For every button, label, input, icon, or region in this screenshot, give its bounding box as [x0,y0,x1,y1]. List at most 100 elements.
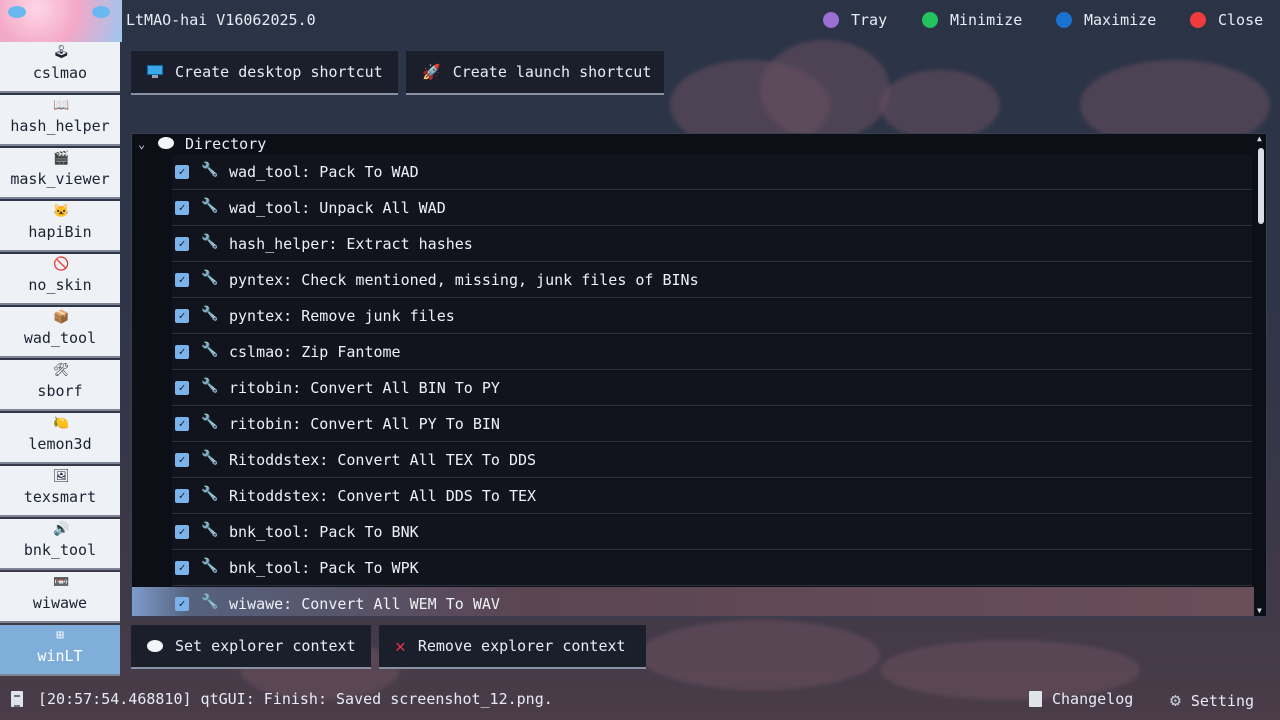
maximize-label: Maximize [1084,11,1157,29]
scroll-down-arrow-icon[interactable]: ▼ [1257,606,1262,615]
chevron-down-icon[interactable]: ⌄ [138,137,145,151]
list-item[interactable]: ✓ 🔧 bnk_tool: Pack To WPK [172,551,1252,586]
cross-mark-icon: ✕ [395,635,406,657]
tray-dot-icon [823,12,839,28]
list-item[interactable]: ✓ 🔧 Ritoddstex: Convert All TEX To DDS [172,443,1252,478]
wrench-icon: 🔧 [201,198,219,214]
list-item-label: pyntex: Remove junk files [229,307,455,325]
wrench-icon: 🔧 [201,234,219,250]
item-checkbox[interactable]: ✓ [175,597,189,611]
list-item[interactable]: ✓ 🔧 wad_tool: Unpack All WAD [172,191,1252,226]
list-item[interactable]: ✓ 🔧 ritobin: Convert All PY To BIN [172,407,1252,442]
wrench-icon: 🔧 [201,558,219,574]
list-item[interactable]: ✓ 🔧 pyntex: Remove junk files [172,299,1252,334]
sidebar-item-label: winLT [37,647,83,665]
list-item[interactable]: ✓ 🔧 bnk_tool: Pack To BNK [172,515,1252,550]
changelog-button[interactable]: Changelog [1029,690,1133,708]
sidebar-item-hash-helper[interactable]: 📖 hash_helper [0,95,120,146]
sidebar-item-label: sborf [37,382,83,400]
vertical-scrollbar[interactable]: ▲ ▼ [1255,134,1266,616]
list-item[interactable]: ✓ 🔧 hash_helper: Extract hashes [172,227,1252,262]
list-item[interactable]: ✓ 🔧 pyntex: Check mentioned, missing, junk… [172,263,1252,298]
open-book-icon: 📖 [53,98,70,113]
remove-explorer-context-label: Remove explorer context [417,637,626,655]
cassette-icon: 📼 [53,575,70,590]
sidebar-item-wad-tool[interactable]: 📦 wad_tool [0,307,120,358]
item-checkbox[interactable]: ✓ [175,561,189,575]
item-checkbox[interactable]: ✓ [175,309,189,323]
sidebar-item-label: hash_helper [10,117,110,135]
sidebar-item-no-skin[interactable]: 🚫 no_skin [0,254,120,305]
minimize-label: Minimize [950,11,1023,29]
item-checkbox[interactable]: ✓ [175,201,189,215]
speaker-icon: 🔊 [53,522,70,537]
monitor-icon [147,65,163,79]
sidebar-item-label: no_skin [28,276,92,294]
wrench-icon: 🔧 [201,450,219,466]
no-entry-icon: 🚫 [53,257,70,272]
minimize-button[interactable]: Minimize [922,11,1022,29]
item-checkbox[interactable]: ✓ [175,345,189,359]
sidebar-item-hapibin[interactable]: 🐱 hapiBin [0,201,120,252]
tray-button[interactable]: Tray [823,11,887,29]
list-item-label: ritobin: Convert All PY To BIN [229,415,500,433]
setting-button[interactable]: ⚙ Setting [1170,690,1254,711]
speech-bubble-icon [158,137,174,149]
sidebar-item-mask-viewer[interactable]: 🎬 mask_viewer [0,148,120,199]
list-item[interactable]: ✓ 🔧 ritobin: Convert All BIN To PY [172,371,1252,406]
create-launch-shortcut-button[interactable]: 🚀 Create launch shortcut [406,51,664,95]
list-item[interactable]: ✓ 🔧 wad_tool: Pack To WAD [172,155,1252,190]
wrench-icon: 🔧 [201,522,219,538]
clapper-board-icon: 🎬 [53,151,70,166]
package-icon: 📦 [53,310,70,325]
scroll-thumb[interactable] [1258,148,1264,224]
list-item-label: wad_tool: Unpack All WAD [229,199,446,217]
sidebar-item-winlt[interactable]: ⊞ winLT [0,625,120,676]
changelog-label: Changelog [1052,690,1134,708]
app-avatar [0,0,122,42]
list-item-label: pyntex: Check mentioned, missing, junk f… [229,271,699,289]
list-item-label: wad_tool: Pack To WAD [229,163,419,181]
item-checkbox[interactable]: ✓ [175,273,189,287]
list-item-label: ritobin: Convert All BIN To PY [229,379,500,397]
sidebar-item-lemon3d[interactable]: 🍋 lemon3d [0,413,120,464]
sidebar-item-wiwawe[interactable]: 📼 wiwawe [0,572,120,623]
speech-bubble-icon [147,640,163,652]
item-checkbox[interactable]: ✓ [175,453,189,467]
item-checkbox[interactable]: ✓ [175,525,189,539]
sidebar-item-sborf[interactable]: 🛠 sborf [0,360,120,411]
maximize-button[interactable]: Maximize [1056,11,1156,29]
wrench-icon: 🔧 [201,162,219,178]
list-item-label: Ritoddstex: Convert All TEX To DDS [229,451,537,469]
sidebar-item-cslmao[interactable]: 🕹 cslmao [0,42,120,93]
sidebar-item-label: cslmao [32,64,88,82]
sidebar-item-label: texsmart [23,488,97,506]
app-title: LtMAO-hai V16062025.0 [126,11,316,29]
set-explorer-context-button[interactable]: Set explorer context [131,625,371,669]
tray-label: Tray [851,11,888,29]
list-item[interactable]: ✓ 🔧 cslmao: Zip Fantome [172,335,1252,370]
directory-group-label: Directory [185,135,267,153]
sidebar: 🕹 cslmao 📖 hash_helper 🎬 mask_viewer 🐱 hapiBin 🚫… [0,42,122,676]
item-checkbox[interactable]: ✓ [175,489,189,503]
item-checkbox[interactable]: ✓ [175,381,189,395]
item-checkbox[interactable]: ✓ [175,165,189,179]
item-checkbox[interactable]: ✓ [175,237,189,251]
directory-group-row[interactable]: ⌄ Directory [132,134,1252,156]
item-checkbox[interactable]: ✓ [175,417,189,431]
list-item-label: cslmao: Zip Fantome [229,343,401,361]
list-item[interactable]: ✓ 🔧 wiwawe: Convert All WEM To WAV [132,587,1254,616]
sidebar-item-texsmart[interactable]: 🖼 texsmart [0,466,120,517]
status-log-text: [20:57:54.468810] qtGUI: Finish: Saved s… [38,690,553,708]
sidebar-item-label: bnk_tool [23,541,97,559]
sidebar-item-bnk-tool[interactable]: 🔊 bnk_tool [0,519,120,570]
sidebar-item-label: wad_tool [23,329,97,347]
close-label: Close [1218,11,1264,29]
list-item[interactable]: ✓ 🔧 Ritoddstex: Convert All DDS To TEX [172,479,1252,514]
picture-icon: 🖼 [53,469,70,484]
scroll-up-arrow-icon[interactable]: ▲ [1257,134,1262,143]
create-desktop-shortcut-button[interactable]: Create desktop shortcut [131,51,398,95]
list-item-label: wiwawe: Convert All WEM To WAV [229,595,500,613]
remove-explorer-context-button[interactable]: ✕ Remove explorer context [379,625,646,669]
close-button[interactable]: Close [1190,11,1263,29]
